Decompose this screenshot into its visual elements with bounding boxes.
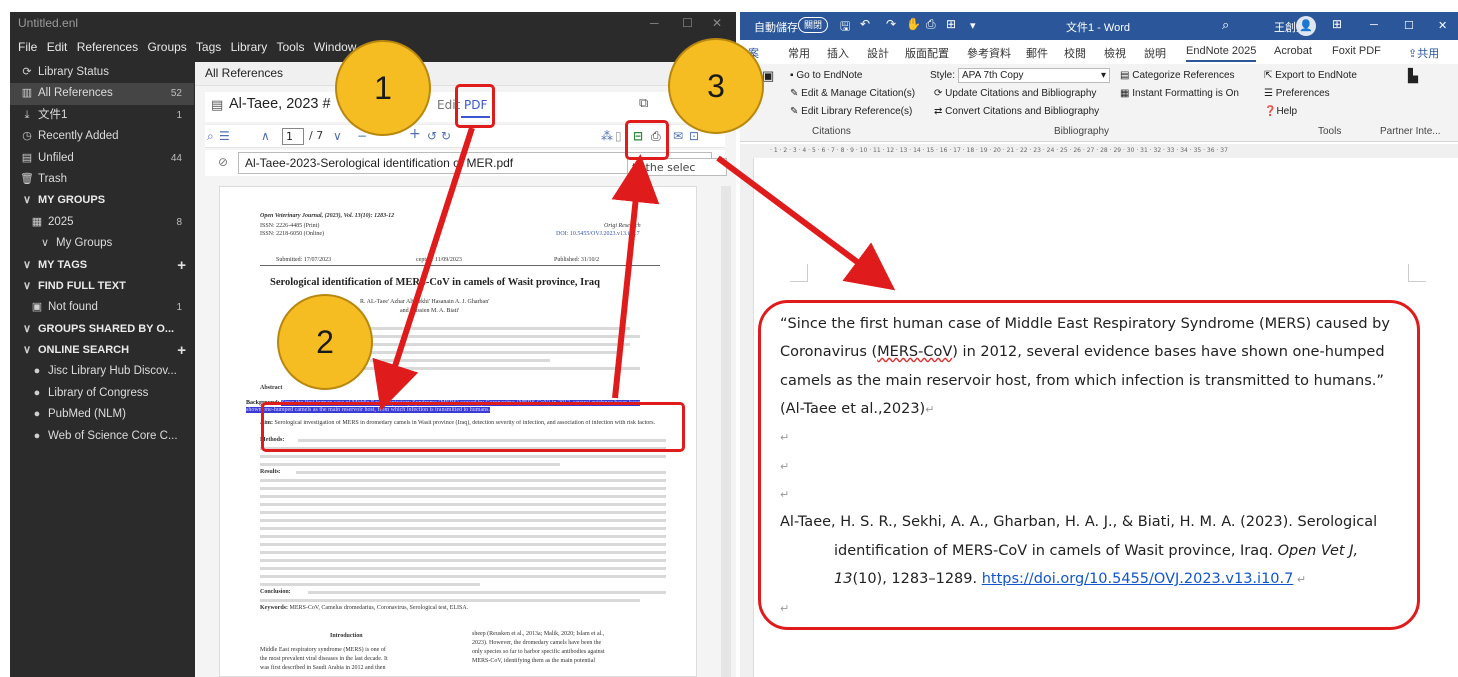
highlight-selected-text (261, 402, 685, 452)
step-3-badge: 3 (668, 38, 764, 134)
step-2-badge: 2 (277, 294, 373, 390)
arrow-pdf-to-selection (372, 127, 475, 411)
screenshot-root: { "endnote": { "title": "Untitled.enl", … (0, 0, 1458, 677)
highlight-copy-button (625, 120, 669, 160)
highlight-pdf-tab (455, 84, 495, 128)
arrow-selection-to-copy (611, 154, 660, 399)
step-1-badge: 1 (335, 40, 431, 136)
highlight-word-result (758, 300, 1420, 630)
arrow-copy-to-word (716, 155, 896, 291)
